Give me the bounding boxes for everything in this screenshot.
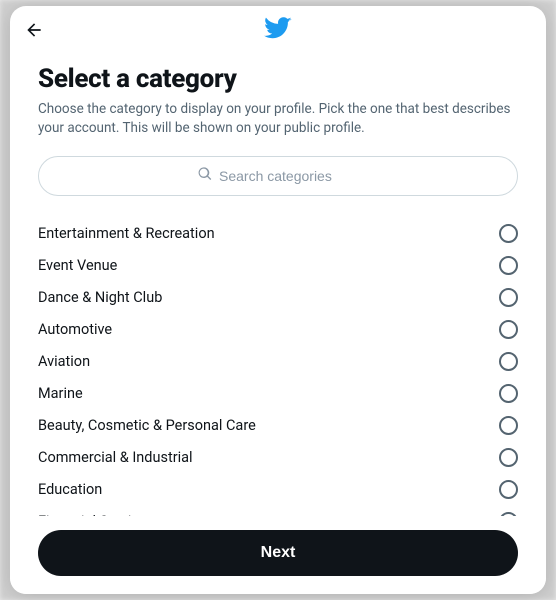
category-label: Aviation [38,353,90,370]
radio-unchecked-icon[interactable] [499,320,518,339]
search-field[interactable] [38,156,518,196]
category-label: Dance & Night Club [38,289,162,306]
modal-header [10,6,546,54]
modal-content-scroll[interactable]: Select a category Choose the category to… [10,54,546,516]
radio-unchecked-icon[interactable] [499,256,518,275]
radio-unchecked-icon[interactable] [499,416,518,435]
category-item[interactable]: Financial Services [38,506,518,516]
search-input[interactable] [219,168,359,184]
category-label: Marine [38,385,83,402]
back-arrow-icon[interactable] [24,20,44,40]
category-item[interactable]: Aviation [38,346,518,378]
category-item[interactable]: Entertainment & Recreation [38,218,518,250]
radio-unchecked-icon[interactable] [499,224,518,243]
radio-unchecked-icon[interactable] [499,288,518,307]
category-item[interactable]: Beauty, Cosmetic & Personal Care [38,410,518,442]
category-item[interactable]: Dance & Night Club [38,282,518,314]
page-title: Select a category [38,64,518,94]
category-label: Commercial & Industrial [38,449,193,466]
category-label: Financial Services [38,513,154,516]
radio-unchecked-icon[interactable] [499,352,518,371]
category-item[interactable]: Commercial & Industrial [38,442,518,474]
twitter-logo-icon [264,14,292,46]
radio-unchecked-icon[interactable] [499,448,518,467]
category-item[interactable]: Automotive [38,314,518,346]
category-label: Automotive [38,321,112,338]
page-description: Choose the category to display on your p… [38,100,518,138]
category-item[interactable]: Education [38,474,518,506]
category-label: Event Venue [38,257,117,274]
modal-footer: Next [10,516,546,594]
category-label: Beauty, Cosmetic & Personal Care [38,417,256,434]
category-label: Education [38,481,102,498]
radio-unchecked-icon[interactable] [499,480,518,499]
category-label: Entertainment & Recreation [38,225,215,242]
radio-unchecked-icon[interactable] [499,512,518,516]
search-icon [197,166,213,186]
category-list: Entertainment & Recreation Event Venue D… [38,218,518,516]
category-item[interactable]: Event Venue [38,250,518,282]
next-button[interactable]: Next [38,530,518,576]
category-modal: Select a category Choose the category to… [10,6,546,594]
category-item[interactable]: Marine [38,378,518,410]
radio-unchecked-icon[interactable] [499,384,518,403]
